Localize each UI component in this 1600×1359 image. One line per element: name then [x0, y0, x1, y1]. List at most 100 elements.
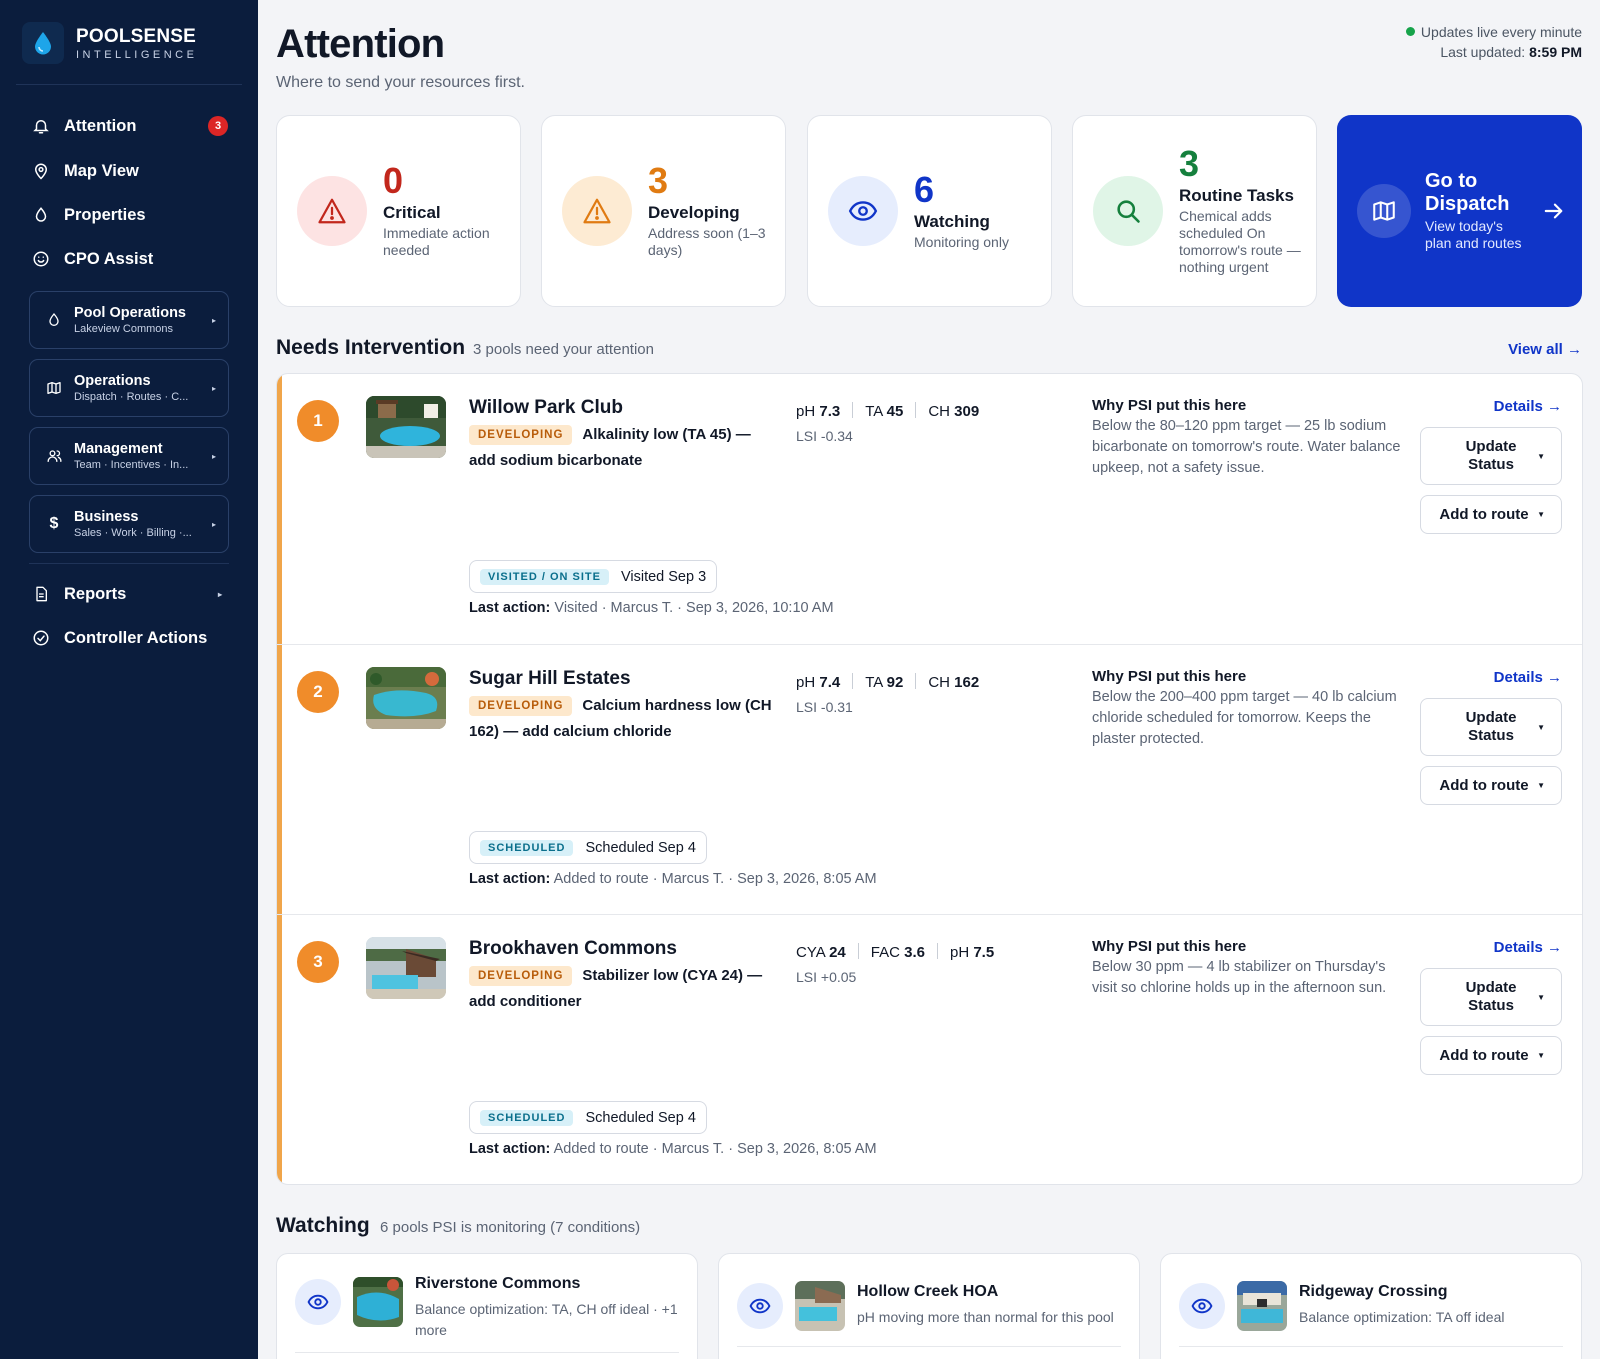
watching-card[interactable]: Riverstone Commons Balance optimization:…: [276, 1253, 698, 1359]
pool-thumbnail: [1237, 1281, 1287, 1331]
why-text: Below the 200–400 ppm target — 40 lb cal…: [1092, 689, 1397, 747]
drop-icon: [44, 310, 64, 330]
stat-card-watching[interactable]: 6 Watching Monitoring only: [807, 115, 1052, 307]
group-subtitle: Sales · Work · Billing ·...: [74, 527, 192, 539]
add-to-route-button[interactable]: Add to route ▼: [1420, 495, 1562, 534]
watching-card[interactable]: Hollow Creek HOA pH moving more than nor…: [718, 1253, 1140, 1359]
status-chip: SCHEDULED Scheduled Sep 4: [469, 831, 707, 864]
metric: pH 7.4: [796, 674, 841, 691]
pool-name[interactable]: Brookhaven Commons: [469, 938, 677, 960]
group-title: Management: [74, 441, 163, 457]
rank-badge: 1: [297, 400, 339, 442]
details-link[interactable]: Details →: [1494, 398, 1562, 415]
pool-name: Hollow Creek HOA: [857, 1283, 999, 1300]
caret-right-icon: ▸: [211, 519, 216, 529]
live-update-text: Updates live every minute: [1420, 24, 1582, 40]
page-subtitle: Where to send your resources first.: [276, 74, 525, 91]
pool-thumbnail[interactable]: [366, 937, 446, 999]
pool-thumbnail: [353, 1277, 403, 1327]
sidebar-item-label: Attention: [64, 116, 137, 135]
group-subtitle: Team · Incentives · In...: [74, 459, 189, 471]
pool-name[interactable]: Sugar Hill Estates: [469, 668, 631, 690]
caret-down-icon: ▼: [1537, 1051, 1545, 1060]
sidebar-group-pool-operations[interactable]: Pool Operations Lakeview Commons ▸: [29, 291, 229, 349]
page-title: Attention: [276, 22, 445, 66]
why-explanation: Why PSI put this here Below 30 ppm — 4 l…: [1092, 938, 1402, 999]
lsi-value: LSI -0.34: [796, 428, 853, 444]
caret-right-icon: ▸: [211, 451, 216, 461]
stat-count: 3: [648, 160, 669, 201]
sidebar-item-reports[interactable]: Reports ▸: [30, 576, 230, 612]
document-icon: [30, 583, 52, 605]
sidebar-item-controller-actions[interactable]: Controller Actions: [30, 620, 230, 656]
eye-icon: [1179, 1283, 1225, 1329]
check-circle-icon: [30, 627, 52, 649]
brand-name: POOLSENSE: [76, 25, 197, 47]
brand[interactable]: POOLSENSE INTELLIGENCE: [22, 22, 197, 64]
issue-summary: DEVELOPING Alkalinity low (TA 45) — add s…: [469, 422, 779, 474]
stat-card-developing[interactable]: 3 Developing Address soon (1–3 days): [541, 115, 786, 307]
pool-name: Ridgeway Crossing: [1299, 1283, 1448, 1300]
stat-card-routine-tasks[interactable]: 3 Routine Tasks Chemical adds scheduled …: [1072, 115, 1317, 307]
stat-count: 3: [1179, 143, 1200, 184]
lsi-value: LSI -0.31: [796, 699, 853, 715]
why-title: Why PSI put this here: [1092, 938, 1247, 955]
card-divider: [737, 1346, 1121, 1347]
update-status-button[interactable]: Update Status ▼: [1420, 968, 1562, 1026]
sidebar-group-management[interactable]: Management Team · Incentives · In... ▸: [29, 427, 229, 485]
add-to-route-button[interactable]: Add to route ▼: [1420, 766, 1562, 805]
details-link[interactable]: Details →: [1494, 939, 1562, 956]
issue-summary: DEVELOPING Calcium hardness low (CH 162) …: [469, 693, 779, 745]
sidebar-item-label: CPO Assist: [64, 249, 154, 268]
brand-subtitle: INTELLIGENCE: [76, 48, 198, 61]
stat-label: Routine Tasks: [1179, 186, 1294, 205]
severity-badge: DEVELOPING: [469, 696, 573, 716]
live-status: Updates live every minute Last updated: …: [1405, 22, 1582, 62]
last-updated-time: 8:59 PM: [1529, 44, 1582, 60]
sidebar-group-operations[interactable]: Operations Dispatch · Routes · C... ▸: [29, 359, 229, 417]
sidebar-group-business[interactable]: $ Business Sales · Work · Billing ·... ▸: [29, 495, 229, 553]
pool-name[interactable]: Willow Park Club: [469, 397, 623, 419]
smile-icon: [30, 248, 52, 270]
chemistry-readings: pH 7.3 TA 45 CH 309: [796, 402, 979, 420]
eye-icon: [295, 1279, 341, 1325]
sidebar-divider: [16, 84, 242, 85]
warning-triangle-icon: [297, 176, 367, 246]
go-to-dispatch-button[interactable]: Go to Dispatch View today's plan and rou…: [1337, 115, 1582, 307]
pool-thumbnail[interactable]: [366, 667, 446, 729]
stat-card-critical[interactable]: 0 Critical Immediate action needed: [276, 115, 521, 307]
sidebar-item-attention[interactable]: Attention 3: [30, 108, 230, 144]
rank-badge: 2: [297, 671, 339, 713]
map-icon: [1357, 184, 1411, 238]
watch-reason: Balance optimization: TA, CH off ideal ·…: [415, 1301, 678, 1338]
group-subtitle: Lakeview Commons: [74, 323, 174, 335]
last-updated-label: Last updated:: [1440, 44, 1526, 60]
warning-triangle-icon: [562, 176, 632, 246]
update-status-button[interactable]: Update Status ▼: [1420, 427, 1562, 485]
last-action: Last action: Added to route · Marcus T. …: [469, 871, 877, 887]
why-explanation: Why PSI put this here Below the 80–120 p…: [1092, 397, 1402, 479]
drop-icon: [30, 204, 52, 226]
why-title: Why PSI put this here: [1092, 668, 1247, 685]
chemistry-readings: pH 7.4 TA 92 CH 162: [796, 673, 979, 691]
view-all-link[interactable]: View all →: [1508, 341, 1582, 358]
caret-down-icon: ▼: [1537, 510, 1545, 519]
details-link[interactable]: Details →: [1494, 669, 1562, 686]
sidebar-item-map-view[interactable]: Map View: [30, 153, 230, 189]
metric: TA 45: [865, 403, 904, 420]
pool-thumbnail[interactable]: [366, 396, 446, 458]
sidebar-item-properties[interactable]: Properties: [30, 197, 230, 233]
stat-label: Watching: [914, 211, 990, 231]
stat-count: 0: [383, 160, 404, 201]
metric: pH 7.5: [949, 944, 995, 961]
sidebar-divider: [29, 563, 229, 564]
intervention-row: 1 Willow Park Club DEVELOPING Alkalinity …: [277, 374, 1582, 644]
group-title: Pool Operations: [74, 305, 186, 321]
add-to-route-button[interactable]: Add to route ▼: [1420, 1036, 1562, 1075]
watch-reason: pH moving more than normal for this pool: [857, 1309, 1114, 1325]
metric: FAC 3.6: [870, 944, 925, 961]
sidebar-item-cpo-assist[interactable]: CPO Assist: [30, 241, 230, 277]
update-status-button[interactable]: Update Status ▼: [1420, 698, 1562, 756]
stat-description: Immediate action needed: [383, 225, 490, 258]
watching-card[interactable]: Ridgeway Crossing Balance optimization: …: [1160, 1253, 1582, 1359]
